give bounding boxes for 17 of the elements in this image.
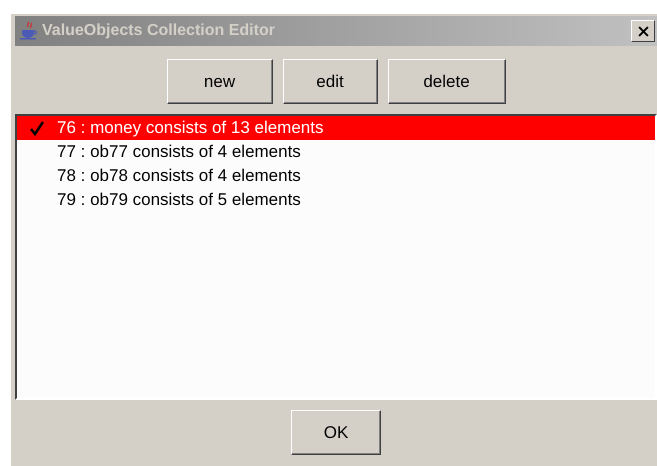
ok-button[interactable]: OK bbox=[291, 410, 381, 455]
item-label: 76 : money consists of 13 elements bbox=[57, 118, 324, 138]
item-label: 77 : ob77 consists of 4 elements bbox=[57, 142, 301, 162]
close-icon bbox=[638, 26, 648, 36]
checkmark-icon bbox=[29, 120, 45, 136]
toolbar-button[interactable]: new bbox=[166, 59, 272, 104]
toolbar-button[interactable]: edit bbox=[282, 59, 378, 104]
window-title: ValueObjects Collection Editor bbox=[42, 22, 276, 40]
item-label: 78 : ob78 consists of 4 elements bbox=[57, 166, 301, 186]
list-item[interactable]: 79 : ob79 consists of 5 elements bbox=[17, 188, 655, 212]
list-item[interactable]: 77 : ob77 consists of 4 elements bbox=[17, 140, 655, 164]
list-item[interactable]: 78 : ob78 consists of 4 elements bbox=[17, 164, 655, 188]
item-label: 79 : ob79 consists of 5 elements bbox=[57, 190, 301, 210]
coffee-cup-icon bbox=[19, 21, 39, 41]
close-button[interactable] bbox=[631, 20, 655, 42]
list-item[interactable]: 76 : money consists of 13 elements bbox=[17, 116, 655, 140]
toolbar-button[interactable]: delete bbox=[388, 59, 506, 104]
